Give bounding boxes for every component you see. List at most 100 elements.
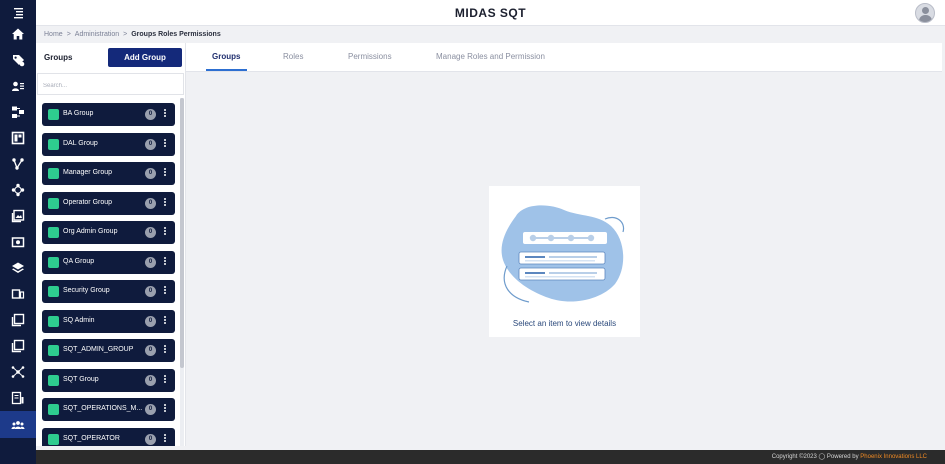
group-count-badge: 0 — [145, 315, 156, 327]
group-count-badge: 0 — [145, 168, 156, 179]
group-list-item[interactable]: SQT_OPERATOR 0 — [42, 427, 175, 446]
empty-state-card: Select an item to view details — [489, 186, 640, 337]
group-list-item[interactable]: SQT Group 0 — [42, 368, 175, 392]
tag-icon[interactable] — [0, 47, 36, 73]
kebab-menu-icon[interactable] — [161, 403, 169, 416]
footer-company-link[interactable]: Phoenix Innovations LLC — [860, 454, 927, 460]
hierarchy-icon[interactable] — [0, 99, 36, 125]
group-count-badge: 0 — [145, 197, 156, 209]
kebab-menu-icon[interactable] — [161, 344, 169, 357]
nodes-icon[interactable] — [0, 359, 36, 385]
group-color-swatch — [48, 404, 59, 415]
group-list-item[interactable]: Manager Group 0 — [42, 162, 175, 185]
group-list-item[interactable]: Org Admin Group 0 — [42, 221, 175, 244]
group-list-item[interactable]: DAL Group 0 — [42, 132, 175, 156]
group-count-badge: 0 — [145, 404, 156, 415]
footer-text: Copyright ©2023 ◯ Powered by Phoenix Inn… — [772, 453, 927, 460]
group-color-swatch — [48, 433, 59, 445]
app-title: MIDAS SQT — [454, 6, 527, 20]
groups-heading: Groups — [44, 53, 73, 62]
users-list-icon[interactable] — [0, 73, 36, 99]
group-color-swatch — [48, 109, 59, 120]
active-tab-indicator — [206, 69, 247, 71]
kebab-menu-icon[interactable] — [161, 285, 169, 298]
group-name: Org Admin Group — [63, 228, 118, 235]
group-count-badge: 0 — [145, 227, 156, 238]
group-name: DAL Group — [63, 139, 98, 147]
gallery-icon[interactable] — [0, 203, 36, 229]
group-color-swatch — [48, 197, 59, 209]
team-icon[interactable] — [0, 411, 36, 438]
kebab-menu-icon[interactable] — [161, 256, 169, 269]
kebab-menu-icon[interactable] — [161, 315, 169, 328]
tab-roles[interactable]: Roles — [283, 52, 303, 61]
group-name: Security Group — [63, 287, 110, 294]
tabs-bar: Groups Roles Permissions Manage Roles an… — [186, 43, 942, 72]
breadcrumb-administration[interactable]: Administration — [75, 31, 119, 38]
breadcrumb-home[interactable]: Home — [44, 31, 63, 38]
groups-panel: Groups Add Group BA Group0DAL Group0Mana… — [36, 43, 186, 446]
group-list-item[interactable]: SQT_ADMIN_GROUP 0 — [42, 339, 175, 362]
group-count-badge: 0 — [145, 256, 156, 268]
group-list-item[interactable]: SQT_OPERATIONS_M... 0 — [42, 398, 175, 421]
kebab-menu-icon[interactable] — [161, 167, 169, 180]
group-color-swatch — [48, 138, 59, 150]
empty-state-message: Select an item to view details — [512, 319, 617, 328]
copy-icon[interactable] — [0, 307, 36, 333]
branch-icon[interactable] — [0, 151, 36, 177]
report-icon[interactable] — [0, 385, 36, 411]
group-list-scrollbar[interactable] — [180, 98, 184, 446]
tab-groups[interactable]: Groups — [212, 52, 240, 61]
group-list: BA Group 0 DAL Group 0 Manager Group 0 Operato… — [42, 103, 176, 446]
group-search-input[interactable] — [38, 76, 183, 96]
group-color-swatch — [48, 345, 59, 356]
group-name: Operator Group — [63, 198, 113, 206]
breadcrumb-current: Groups Roles Permissions — [131, 31, 221, 38]
kebab-menu-icon[interactable] — [161, 138, 169, 151]
top-header: MIDAS SQT — [36, 0, 945, 26]
main-content: Groups Roles Permissions Manage Roles an… — [186, 43, 942, 446]
group-color-swatch — [48, 315, 59, 327]
breadcrumb-separator: > — [66, 31, 71, 38]
group-color-swatch — [48, 227, 59, 238]
dashboard-icon[interactable] — [0, 125, 36, 151]
group-name: SQT_ADMIN_GROUP — [63, 346, 134, 353]
footer-copyright: Copyright ©2023 — [771, 454, 817, 460]
kebab-menu-icon[interactable] — [161, 226, 169, 239]
layers-icon[interactable] — [0, 255, 36, 281]
group-count-badge: 0 — [145, 433, 156, 445]
kebab-menu-icon[interactable] — [161, 374, 169, 387]
network-icon[interactable] — [0, 177, 36, 203]
scrollbar-thumb[interactable] — [180, 98, 184, 368]
user-avatar-icon[interactable] — [915, 3, 935, 23]
device-icon[interactable] — [0, 281, 36, 307]
tab-permissions[interactable]: Permissions — [348, 52, 392, 61]
kebab-menu-icon[interactable] — [161, 197, 169, 210]
add-group-button[interactable]: Add Group — [108, 48, 182, 67]
group-count-badge: 0 — [145, 374, 156, 386]
footer-logo-icon: ◯ — [818, 454, 826, 460]
kebab-menu-icon[interactable] — [161, 108, 169, 121]
group-color-swatch — [48, 256, 59, 268]
group-name: QA Group — [63, 257, 95, 265]
group-color-swatch — [48, 286, 59, 297]
group-name: BA Group — [63, 110, 94, 117]
group-list-item[interactable]: QA Group 0 — [42, 250, 175, 274]
camera-icon[interactable] — [0, 229, 36, 255]
tab-manage-roles-and-permission[interactable]: Manage Roles and Permission — [436, 52, 545, 61]
kebab-menu-icon[interactable] — [161, 433, 169, 446]
footer-powered-by: Powered by — [826, 454, 859, 460]
group-list-item[interactable]: Operator Group 0 — [42, 191, 175, 215]
group-count-badge: 0 — [145, 109, 156, 120]
group-list-item[interactable]: SQ Admin 0 — [42, 309, 175, 333]
group-list-item[interactable]: BA Group 0 — [42, 103, 175, 126]
group-color-swatch — [48, 374, 59, 386]
home-icon[interactable] — [0, 21, 36, 47]
group-list-item[interactable]: Security Group 0 — [42, 280, 175, 303]
group-name: SQT_OPERATIONS_M... — [63, 405, 143, 412]
copy-alt-icon[interactable] — [0, 333, 36, 359]
group-name: Manager Group — [63, 169, 113, 176]
group-color-swatch — [48, 168, 59, 179]
group-name: SQ Admin — [63, 316, 95, 324]
breadcrumb-separator: > — [123, 31, 128, 38]
